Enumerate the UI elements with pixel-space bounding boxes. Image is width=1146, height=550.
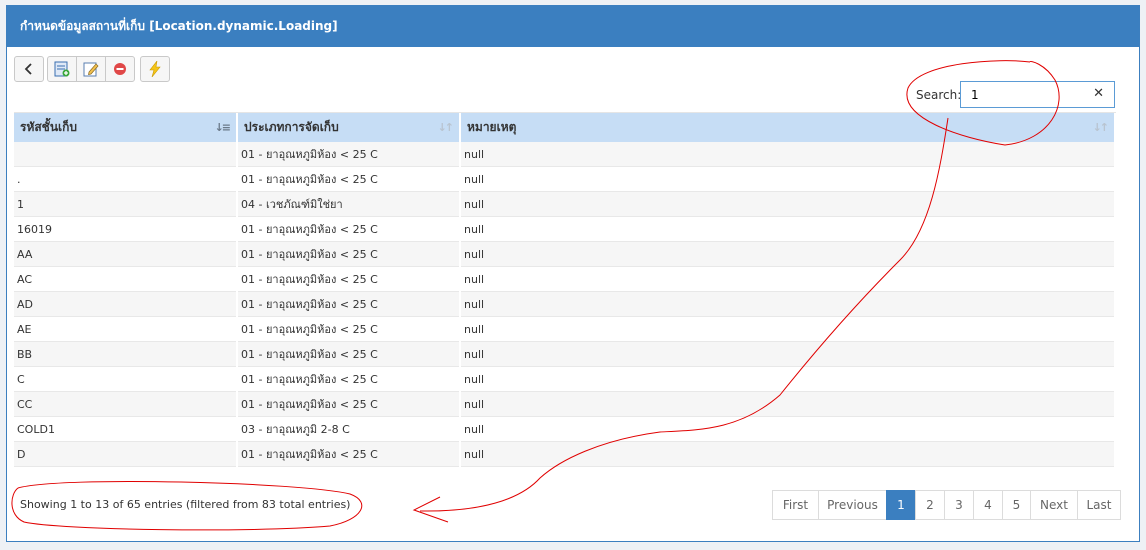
table-row[interactable]: . 01 - ยาอุณหภูมิห้อง < 25 Cnull [14,166,1116,192]
cell-location-code: BB [14,341,238,367]
data-table: รหัสชั้นเก็บ ↓≡ ประเภทการจัดเก็บ ↓↑ หมายเห… [14,113,1116,467]
table-row[interactable]: 16019 01 - ยาอุณหภูมิห้อง < 25 Cnull [14,216,1116,242]
table-row[interactable]: CC 01 - ยาอุณหภูมิห้อง < 25 Cnull [14,391,1116,417]
column-header-remark[interactable]: หมายเหตุ ↓↑ [460,113,1116,142]
cell-remark: null [460,441,1116,467]
table-row[interactable]: AD 01 - ยาอุณหภูมิห้อง < 25 Cnull [14,291,1116,317]
search-input[interactable] [969,82,1093,108]
table-row[interactable]: AC 01 - ยาอุณหภูมิห้อง < 25 Cnull [14,266,1116,292]
sort-both-icon: ↓↑ [1092,121,1110,134]
search-label: Search: [916,88,962,102]
page-button-2[interactable]: 2 [915,490,945,520]
lightning-icon [149,61,161,77]
cell-remark: null [460,142,1116,167]
table-row[interactable]: AA 01 - ยาอุณหภูมิห้อง < 25 Cnull [14,241,1116,267]
cell-location-code: CC [14,391,238,417]
sort-both-icon: ↓↑ [437,121,455,134]
edit-button[interactable] [76,56,106,82]
cell-remark: null [460,391,1116,417]
cell-storage-type: 01 - ยาอุณหภูมิห้อง < 25 C [237,441,461,467]
page-button-5[interactable]: 5 [1002,490,1031,520]
cell-storage-type: 01 - ยาอุณหภูมิห้อง < 25 C [237,142,461,167]
cell-location-code: AE [14,316,238,342]
cell-storage-type: 01 - ยาอุณหภูมิห้อง < 25 C [237,166,461,192]
column-header-storage-type[interactable]: ประเภทการจัดเก็บ ↓↑ [237,113,461,142]
table-row[interactable]: COLD1 03 - ยาอุณหภูมิ 2-8 Cnull [14,416,1116,442]
cell-remark: null [460,191,1116,217]
chevron-left-icon [24,63,32,75]
table-info: Showing 1 to 13 of 65 entries (filtered … [20,498,351,511]
cell-location-code [14,142,238,167]
table-row[interactable]: 01 - ยาอุณหภูมิห้อง < 25 Cnull [14,142,1116,167]
cell-remark: null [460,366,1116,392]
search-field[interactable]: ✕ [960,81,1115,108]
table-row[interactable]: D 01 - ยาอุณหภูมิห้อง < 25 Cnull [14,441,1116,467]
cell-storage-type: 01 - ยาอุณหภูมิห้อง < 25 C [237,216,461,242]
cell-location-code: AA [14,241,238,267]
sort-desc-icon: ↓≡ [214,121,232,134]
add-record-icon [54,61,70,77]
cell-storage-type: 01 - ยาอุณหภูมิห้อง < 25 C [237,341,461,367]
cell-remark: null [460,416,1116,442]
page-previous-button[interactable]: Previous [818,490,887,520]
page-button-4[interactable]: 4 [973,490,1003,520]
edit-record-icon [83,62,99,77]
cell-storage-type: 01 - ยาอุณหภูมิห้อง < 25 C [237,266,461,292]
table-row[interactable]: 1 04 - เวชภัณฑ์มิใช่ยา null [14,191,1116,217]
cell-location-code: 1 [14,191,238,217]
delete-button[interactable] [105,56,135,82]
cell-location-code: COLD1 [14,416,238,442]
delete-icon [114,63,126,75]
cell-storage-type: 03 - ยาอุณหภูมิ 2-8 C [237,416,461,442]
cell-location-code: AD [14,291,238,317]
cell-remark: null [460,266,1116,292]
cell-storage-type: 01 - ยาอุณหภูมิห้อง < 25 C [237,291,461,317]
cell-storage-type: 01 - ยาอุณหภูมิห้อง < 25 C [237,241,461,267]
table-row[interactable]: C 01 - ยาอุณหภูมิห้อง < 25 Cnull [14,366,1116,392]
page-last-button[interactable]: Last [1077,490,1121,520]
table-row[interactable]: AE 01 - ยาอุณหภูมิห้อง < 25 Cnull [14,316,1116,342]
lightning-button[interactable] [140,56,170,82]
page-button-1[interactable]: 1 [886,490,916,520]
cell-storage-type: 04 - เวชภัณฑ์มิใช่ยา [237,191,461,217]
cell-remark: null [460,241,1116,267]
cell-remark: null [460,166,1116,192]
column-header-location-code[interactable]: รหัสชั้นเก็บ ↓≡ [14,113,238,142]
page-next-button[interactable]: Next [1030,490,1078,520]
cell-remark: null [460,341,1116,367]
page-button-3[interactable]: 3 [944,490,974,520]
cell-location-code: AC [14,266,238,292]
table-row[interactable]: BB 01 - ยาอุณหภูมิห้อง < 25 Cnull [14,341,1116,367]
panel-title: กำหนดข้อมูลสถานที่เก็บ [Location.dynamic… [7,6,1139,47]
cell-storage-type: 01 - ยาอุณหภูมิห้อง < 25 C [237,316,461,342]
cell-location-code: . [14,166,238,192]
pagination: First Previous 1 2 3 4 5 Next Last [772,490,1121,520]
back-button[interactable] [14,56,44,82]
page-first-button[interactable]: First [772,490,819,520]
cell-location-code: 16019 [14,216,238,242]
cell-storage-type: 01 - ยาอุณหภูมิห้อง < 25 C [237,391,461,417]
cell-location-code: C [14,366,238,392]
cell-remark: null [460,291,1116,317]
cell-storage-type: 01 - ยาอุณหภูมิห้อง < 25 C [237,366,461,392]
cell-remark: null [460,316,1116,342]
add-button[interactable] [47,56,77,82]
clear-search-icon[interactable]: ✕ [1093,86,1104,101]
cell-location-code: D [14,441,238,467]
cell-remark: null [460,216,1116,242]
